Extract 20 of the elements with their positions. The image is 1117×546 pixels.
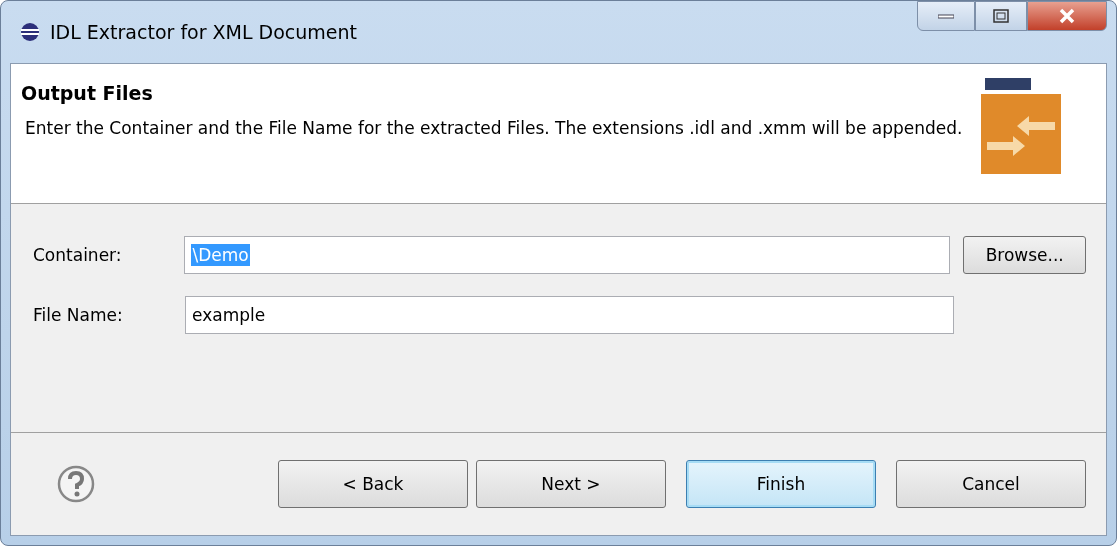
dialog-button[interactable]: Next > (476, 460, 666, 508)
dialog-button[interactable]: Cancel (896, 460, 1086, 508)
minimize-button[interactable] (917, 1, 975, 31)
maximize-icon (993, 9, 1009, 23)
field-label: File Name: (33, 305, 124, 325)
dialog-button[interactable]: Finish (686, 460, 876, 508)
text-field[interactable]: example (185, 296, 954, 334)
minimize-icon (938, 13, 954, 19)
dialog-button[interactable]: < Back (278, 460, 468, 508)
page-description: Enter the Container and the File Name for the extracted Files. The extensions .idl and .xmm will be appended. (24, 117, 964, 140)
app-icon (20, 22, 40, 42)
close-icon (1058, 8, 1076, 24)
browse-button[interactable]: Browse... (963, 236, 1086, 274)
field-label: Container: (33, 245, 123, 265)
maximize-button[interactable] (975, 1, 1027, 31)
page-title: Output Files (21, 82, 154, 104)
window-title: IDL Extractor for XML Document (50, 21, 357, 43)
close-button[interactable] (1027, 1, 1107, 31)
help-icon[interactable] (56, 464, 96, 504)
wizard-banner-icon (981, 78, 1061, 174)
